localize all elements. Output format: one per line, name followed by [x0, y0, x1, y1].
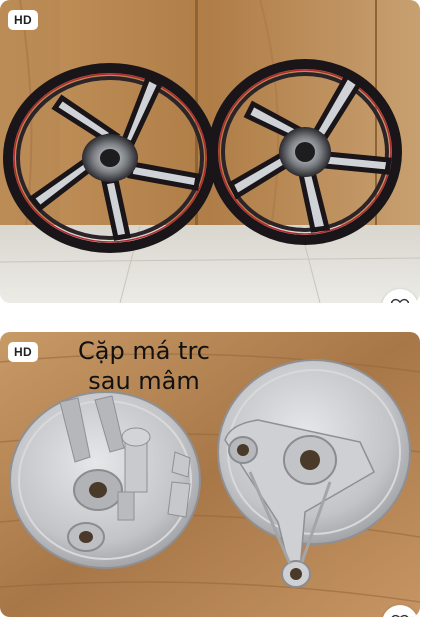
product-card-wheels[interactable]: HD [0, 0, 420, 303]
hd-badge: HD [8, 342, 38, 362]
wheels-photo [0, 0, 420, 303]
brake-covers-photo [0, 332, 420, 617]
product-card-brake-covers[interactable]: HD Cặp má trc sau mâm [0, 332, 420, 617]
heart-outline-icon [390, 298, 410, 303]
hd-badge: HD [8, 10, 38, 30]
photo-caption: Cặp má trc sau mâm [78, 336, 210, 396]
front-brake-cover [9, 391, 201, 569]
caption-line-2: sau mâm [88, 367, 200, 395]
caption-line-1: Cặp má trc [78, 337, 210, 365]
